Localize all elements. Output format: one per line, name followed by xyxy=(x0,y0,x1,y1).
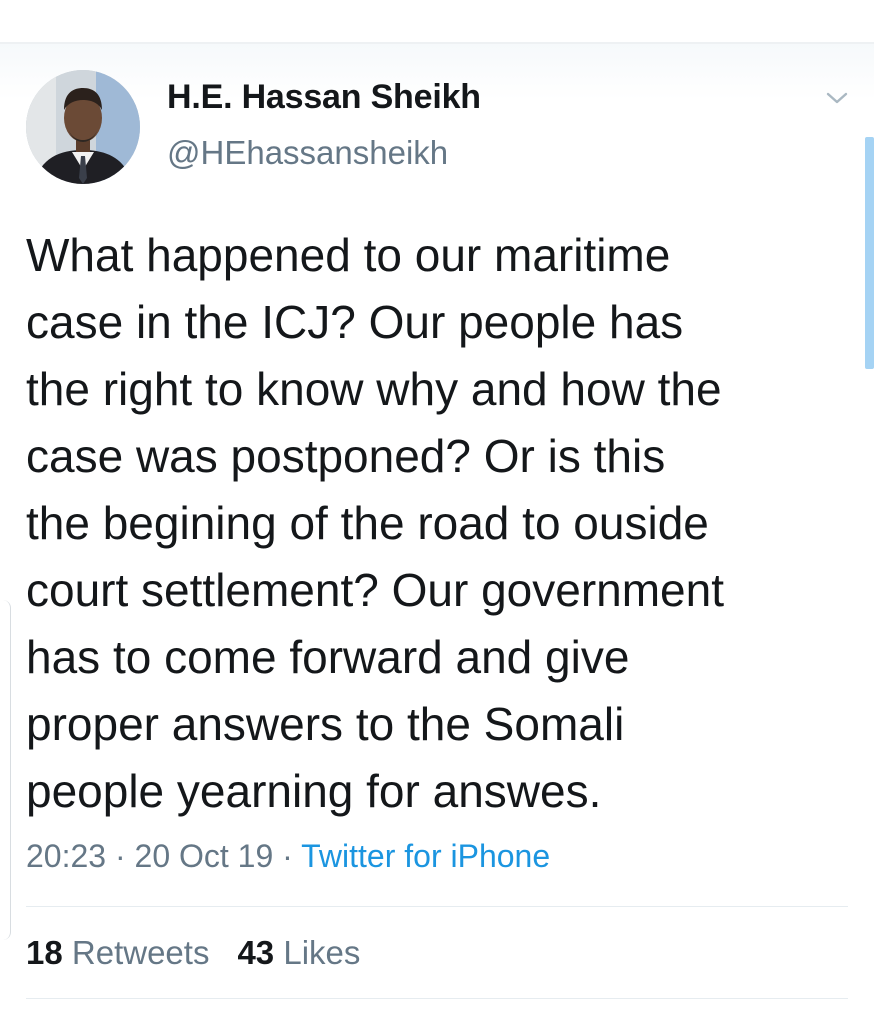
retweets-label: Retweets xyxy=(71,934,210,971)
meta-separator: · xyxy=(114,838,126,874)
likes-count: 43 xyxy=(237,934,275,971)
meta-separator: · xyxy=(282,838,293,874)
avatar[interactable] xyxy=(26,70,140,184)
retweets-count: 18 xyxy=(26,934,63,971)
left-edge-panel xyxy=(0,600,11,940)
divider xyxy=(26,906,848,907)
chevron-down-icon[interactable] xyxy=(822,86,852,110)
profile-photo xyxy=(26,70,140,184)
tweet-text: What happened to our maritime case in th… xyxy=(26,229,724,817)
likes-label: Likes xyxy=(283,934,361,971)
author-name[interactable]: H.E. Hassan Sheikh xyxy=(167,78,481,117)
tweet-stats: 18 Retweets 43 Likes xyxy=(26,934,360,972)
tweet-meta: 20:23 · 20 Oct 19 · Twitter for iPhone xyxy=(26,838,550,875)
tweet-page: H.E. Hassan Sheikh @HEhassansheikh What … xyxy=(0,0,874,1024)
author-handle[interactable]: @HEhassansheikh xyxy=(167,134,448,172)
scrollbar[interactable] xyxy=(865,137,874,369)
retweets-stat[interactable]: 18 Retweets xyxy=(26,934,209,971)
divider xyxy=(26,998,848,999)
tweet-source-link[interactable]: Twitter for iPhone xyxy=(301,838,550,874)
tweet-date[interactable]: 20 Oct 19 xyxy=(135,838,274,874)
likes-stat[interactable]: 43 Likes xyxy=(237,934,360,971)
tweet-time[interactable]: 20:23 xyxy=(26,838,106,874)
